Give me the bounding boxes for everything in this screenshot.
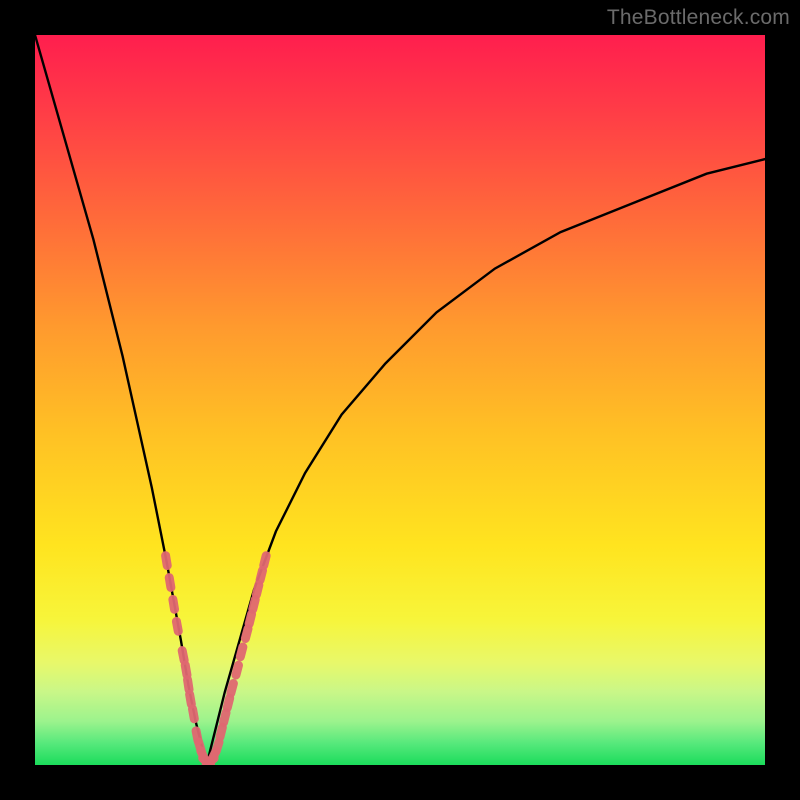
accent-bead	[240, 647, 243, 657]
accent-bead	[249, 614, 251, 624]
accent-bead	[256, 585, 258, 595]
accent-bead	[190, 694, 192, 704]
accent-bead	[260, 570, 262, 580]
curve-lines	[35, 35, 765, 765]
chart-svg	[35, 35, 765, 765]
accent-bead	[264, 556, 266, 566]
accent-bead	[185, 665, 187, 675]
accent-bead	[216, 742, 219, 752]
plot-area	[35, 35, 765, 765]
accent-bead	[253, 600, 255, 610]
accent-bead	[173, 599, 175, 609]
accent-markers	[166, 556, 267, 765]
accent-bead	[231, 684, 234, 694]
accent-bead	[236, 665, 239, 675]
accent-bead	[182, 651, 184, 661]
accent-bead	[245, 629, 248, 639]
accent-bead	[166, 556, 168, 566]
chart-frame: TheBottleneck.com	[0, 0, 800, 800]
accent-bead	[176, 621, 178, 631]
accent-bead	[227, 698, 229, 708]
accent-bead	[193, 709, 195, 719]
curve-right-branch	[207, 159, 765, 765]
watermark-text: TheBottleneck.com	[607, 6, 790, 30]
accent-bead	[220, 727, 222, 737]
accent-bead	[188, 680, 189, 690]
accent-bead	[169, 578, 171, 588]
accent-bead	[224, 713, 226, 723]
